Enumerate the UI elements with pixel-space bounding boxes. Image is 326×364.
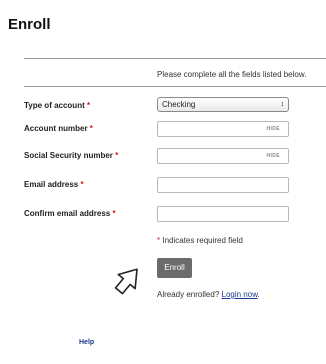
account-type-value: Checking: [162, 100, 196, 109]
required-marker: *: [89, 124, 93, 133]
divider: [24, 58, 326, 59]
required-marker: *: [112, 209, 116, 218]
page-title: Enroll: [8, 16, 51, 33]
required-note: * Indicates required field: [157, 236, 243, 245]
help-link[interactable]: Help: [79, 339, 94, 346]
required-marker: *: [86, 101, 91, 110]
ssn-input[interactable]: HIDE: [157, 148, 289, 164]
email-label: Email address *: [24, 180, 84, 189]
confirm-email-label: Confirm email address *: [24, 209, 116, 218]
login-now-link[interactable]: Login now: [222, 290, 258, 299]
account-number-hide-toggle[interactable]: HIDE: [266, 126, 280, 132]
cursor-arrow-icon: [114, 268, 138, 295]
divider: [24, 86, 326, 87]
ssn-hide-toggle[interactable]: HIDE: [266, 153, 280, 159]
account-number-input[interactable]: HIDE: [157, 121, 289, 137]
enroll-button[interactable]: Enroll: [157, 258, 192, 278]
account-number-label: Account number *: [24, 124, 93, 133]
required-marker: *: [115, 151, 119, 160]
email-input[interactable]: [157, 177, 289, 193]
already-enrolled-text: Already enrolled? Login now.: [157, 290, 260, 299]
account-type-select[interactable]: Checking ↕: [157, 97, 289, 112]
required-marker: *: [80, 180, 84, 189]
confirm-email-input[interactable]: [157, 206, 289, 222]
ssn-label: Social Security number *: [24, 151, 119, 160]
select-arrows-icon: ↕: [280, 101, 285, 108]
account-type-label: Type of account *: [24, 101, 91, 110]
form-instructions: Please complete all the fields listed be…: [157, 70, 307, 79]
